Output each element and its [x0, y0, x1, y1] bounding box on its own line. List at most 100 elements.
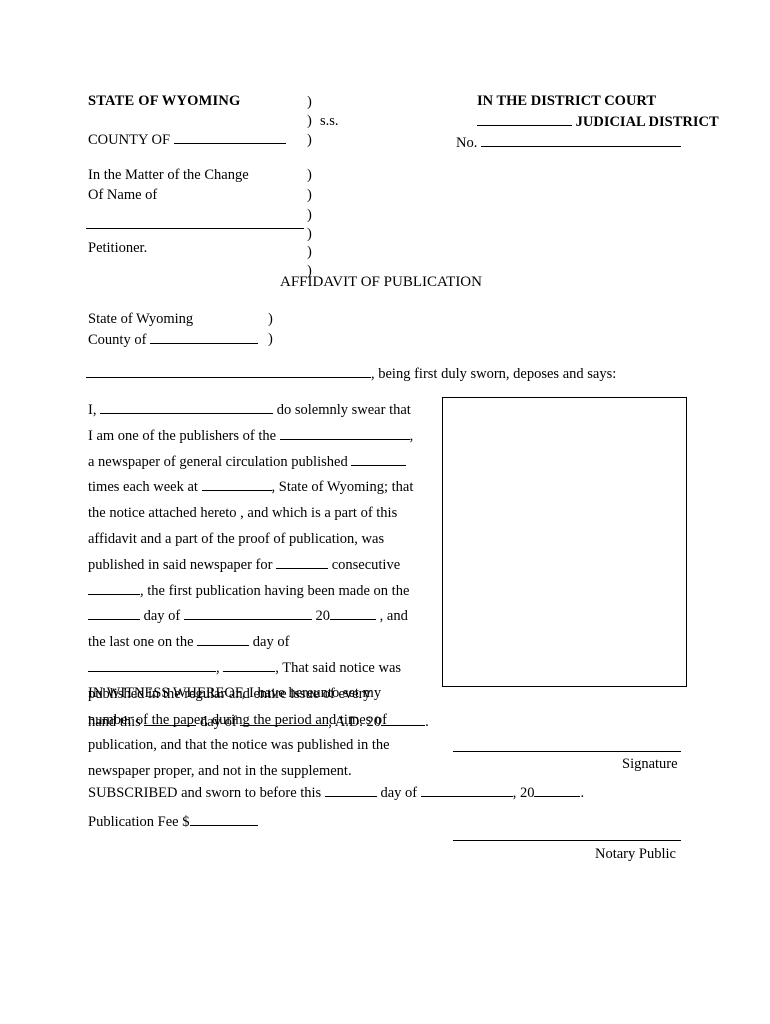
header-paren-2: )	[307, 113, 312, 129]
witness-day-blank[interactable]	[144, 712, 197, 726]
subscribed-text-a: SUBSCRIBED and sworn to before this	[88, 785, 322, 801]
witness-year-blank[interactable]	[381, 712, 426, 726]
signature-label: Signature	[622, 756, 678, 772]
body-line-10-b: day of	[252, 634, 290, 651]
body-line-1: I, do solemnly swear that	[88, 398, 432, 424]
subscribed-line: SUBSCRIBED and sworn to before this day …	[88, 783, 584, 804]
matter-line-1: In the Matter of the Change	[88, 167, 249, 183]
case-number-line: No.	[456, 133, 681, 154]
body-line-4-b: , State of Wyoming; that	[271, 479, 414, 496]
published-times-blank[interactable]	[351, 452, 407, 466]
newspaper-name-blank[interactable]	[279, 426, 410, 440]
matter-paren-5: )	[307, 244, 312, 260]
body-line-11-c: , That said notice was	[275, 659, 402, 676]
subscribed-text-d: .	[580, 785, 585, 801]
county-of-line: COUNTY OF	[88, 130, 286, 151]
matter-paren-1: )	[307, 167, 312, 183]
affiant-name-blank[interactable]	[86, 364, 371, 378]
publication-fee-label: Publication Fee $	[88, 814, 190, 830]
first-pub-year-blank[interactable]	[330, 606, 377, 621]
matter-line-2: Of Name of	[88, 187, 158, 203]
venue-county-blank[interactable]	[150, 330, 259, 344]
publication-fee-line: Publication Fee $	[88, 812, 258, 833]
witness-line-2-a: hand this	[88, 714, 141, 730]
body-line-9-b: 20	[315, 608, 331, 625]
witness-line-2: hand this day of , A.D. 20.	[88, 712, 429, 733]
body-line-2-b: ,	[409, 427, 414, 444]
venue-state-label: State of Wyoming	[88, 311, 194, 327]
body-line-7-a: published in said newspaper for	[88, 556, 273, 573]
subscribed-day-blank[interactable]	[324, 783, 377, 797]
body-line-14: publication, and that the notice was pub…	[88, 737, 390, 754]
subscribed-text-c: , 20	[512, 785, 535, 801]
subscribed-text-b: day of	[380, 785, 418, 801]
witness-line-1: IN WITNESS WHEREOF, I have hereunto set …	[88, 685, 382, 701]
header-paren-3: )	[307, 132, 312, 148]
body-line-2: I am one of the publishers of the ,	[88, 424, 432, 450]
body-line-11: , , That said notice was	[88, 656, 432, 682]
body-line-8: , the first publication having been made…	[88, 579, 432, 605]
body-line-3: a newspaper of general circulation publi…	[88, 450, 432, 476]
state-of-wyoming-heading: STATE OF WYOMING	[88, 93, 241, 109]
last-pub-day-blank[interactable]	[197, 632, 250, 647]
notary-signature-rule[interactable]	[453, 840, 681, 841]
body-line-1-a: I,	[88, 402, 97, 418]
body-line-5: the notice attached hereto , and which i…	[88, 505, 398, 522]
affidavit-of-publication-document: STATE OF WYOMING COUNTY OF ) ) ) s.s. IN…	[0, 0, 770, 1024]
document-title: AFFIDAVIT OF PUBLICATION	[280, 274, 482, 290]
first-pub-day-blank[interactable]	[88, 606, 140, 621]
body-line-9: day of 20 , and	[88, 604, 432, 630]
body-line-4: times each week at , State of Wyoming; t…	[88, 475, 432, 501]
body-line-10: the last one on the day of	[88, 630, 432, 656]
county-of-blank[interactable]	[173, 130, 286, 144]
last-pub-month-blank[interactable]	[88, 658, 216, 672]
body-line-11-b: ,	[216, 659, 220, 676]
body-line-1-b: do solemnly swear that	[276, 402, 411, 418]
body-line-6: affidavit and a part of the proof of pub…	[88, 530, 385, 547]
body-line-7: published in said newspaper for consecut…	[88, 553, 432, 579]
subscribed-month-blank[interactable]	[420, 783, 513, 797]
judicial-district-label: JUDICIAL DISTRICT	[575, 114, 719, 130]
body-line-8-b: , the first publication having been made…	[140, 582, 410, 599]
witness-line-2-b: day of	[200, 714, 237, 730]
venue-paren-2: )	[268, 331, 273, 347]
district-court-heading: IN THE DISTRICT COURT	[477, 93, 657, 109]
ss-label: s.s.	[320, 113, 339, 129]
petitioner-label: Petitioner.	[88, 240, 148, 256]
matter-paren-3: )	[307, 207, 312, 223]
witness-month-blank[interactable]	[240, 712, 329, 726]
judicial-district-blank[interactable]	[477, 112, 572, 126]
publication-fee-blank[interactable]	[189, 812, 258, 826]
subscribed-year-blank[interactable]	[534, 783, 581, 797]
sworn-statement-text: , being first duly sworn, deposes and sa…	[371, 366, 617, 382]
consecutive-count-blank[interactable]	[276, 555, 329, 569]
notary-public-label: Notary Public	[595, 846, 676, 862]
consecutive-unit-blank[interactable]	[88, 581, 140, 595]
first-pub-month-blank[interactable]	[183, 606, 312, 621]
body-line-4-a: times each week at	[88, 479, 198, 496]
venue-county-label: County of	[88, 332, 147, 348]
case-number-blank[interactable]	[480, 133, 681, 147]
witness-line-2-d: .	[425, 714, 429, 730]
judicial-district-line: JUDICIAL DISTRICT	[477, 112, 719, 133]
notice-clipping-box[interactable]	[442, 397, 687, 687]
signature-rule[interactable]	[453, 751, 681, 752]
witness-line-2-c: , A.D. 20	[328, 714, 382, 730]
header-paren-1: )	[307, 94, 312, 110]
body-line-9-a: day of	[143, 608, 181, 625]
last-pub-year-blank[interactable]	[223, 658, 276, 672]
publisher-name-blank[interactable]	[100, 400, 274, 414]
body-line-3-a: a newspaper of general circulation publi…	[88, 453, 348, 470]
affiant-name-line: , being first duly sworn, deposes and sa…	[86, 364, 616, 385]
no-label: No.	[456, 135, 478, 151]
venue-paren-1: )	[268, 311, 273, 327]
matter-name-blank[interactable]	[86, 206, 304, 229]
body-line-9-c: , and	[379, 608, 408, 625]
venue-county-line: County of	[88, 330, 259, 351]
city-blank[interactable]	[201, 477, 272, 492]
matter-paren-2: )	[307, 187, 312, 203]
body-line-7-b: consecutive	[331, 556, 401, 573]
body-line-2-a: I am one of the publishers of the	[88, 427, 277, 444]
matter-paren-4: )	[307, 226, 312, 242]
body-line-10-a: the last one on the	[88, 634, 194, 651]
